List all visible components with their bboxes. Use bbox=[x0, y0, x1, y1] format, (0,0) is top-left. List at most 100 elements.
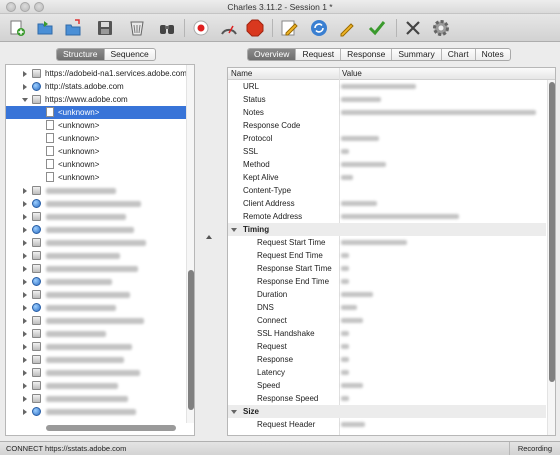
table-row[interactable]: Response End Time bbox=[228, 275, 546, 288]
title-bar: Charles 3.11.2 - Session 1 * bbox=[0, 0, 560, 14]
table-row[interactable]: Remote Address bbox=[228, 210, 546, 223]
lock-icon bbox=[32, 290, 41, 299]
tree-host-row-redacted[interactable] bbox=[6, 249, 186, 262]
splitter-collapse-icon[interactable] bbox=[206, 235, 212, 239]
table-row[interactable]: Protocol bbox=[228, 132, 546, 145]
tree-host-row-redacted[interactable] bbox=[6, 314, 186, 327]
table-row[interactable]: SSL Handshake bbox=[228, 327, 546, 340]
tree-host-row-redacted[interactable] bbox=[6, 275, 186, 288]
table-row[interactable]: Status bbox=[228, 93, 546, 106]
table-row[interactable]: Response bbox=[228, 353, 546, 366]
document-icon bbox=[46, 133, 54, 143]
tab-structure[interactable]: Structure bbox=[57, 49, 105, 60]
new-session-button[interactable] bbox=[6, 18, 28, 38]
row-name: Request bbox=[257, 342, 287, 351]
tab-request[interactable]: Request bbox=[296, 49, 342, 60]
tree-host-row-redacted[interactable] bbox=[6, 353, 186, 366]
table-row[interactable]: Request Header bbox=[228, 418, 546, 431]
table-row[interactable]: Client Address bbox=[228, 197, 546, 210]
column-header-name[interactable]: Name bbox=[231, 69, 252, 78]
structure-tree[interactable]: https://adobeid-na1.services.adobe.com h… bbox=[5, 64, 195, 436]
table-row[interactable]: URL bbox=[228, 80, 546, 93]
validate-icon bbox=[368, 21, 386, 36]
table-row[interactable]: Speed bbox=[228, 379, 546, 392]
throttle-button[interactable] bbox=[218, 18, 240, 38]
row-name: Latency bbox=[257, 368, 286, 377]
tab-overview[interactable]: Overview bbox=[248, 49, 297, 60]
document-icon bbox=[46, 159, 54, 169]
settings-button[interactable] bbox=[430, 18, 452, 38]
import-button[interactable] bbox=[62, 18, 84, 38]
tree-horizontal-scroll-thumb[interactable] bbox=[46, 425, 176, 431]
record-icon bbox=[193, 20, 209, 36]
tree-host-row-redacted[interactable] bbox=[6, 197, 186, 210]
table-row[interactable]: Request bbox=[228, 340, 546, 353]
row-name: DNS bbox=[257, 303, 274, 312]
table-row[interactable]: Connect bbox=[228, 314, 546, 327]
tree-host-row-redacted[interactable] bbox=[6, 236, 186, 249]
overview-table[interactable]: Name Value URL Status Notes Response Cod… bbox=[227, 67, 556, 436]
table-row[interactable]: Response Code bbox=[228, 119, 546, 132]
tree-request-row[interactable]: <unknown> bbox=[6, 132, 186, 145]
table-row[interactable]: Notes bbox=[228, 106, 546, 119]
table-row[interactable]: Response Start Time bbox=[228, 262, 546, 275]
tree-host-row-redacted[interactable] bbox=[6, 392, 186, 405]
repeat-button[interactable] bbox=[308, 18, 330, 38]
open-session-button[interactable] bbox=[34, 18, 56, 38]
compose-button[interactable] bbox=[336, 18, 358, 38]
group-row-size[interactable]: Size bbox=[228, 405, 546, 418]
tree-host-row[interactable]: https://adobeid-na1.services.adobe.com bbox=[6, 67, 187, 80]
tree-host-row-redacted[interactable] bbox=[6, 288, 186, 301]
tree-request-row[interactable]: <unknown> bbox=[6, 106, 186, 119]
tree-request-row[interactable]: <unknown> bbox=[6, 158, 186, 171]
tree-host-row-redacted[interactable] bbox=[6, 405, 186, 418]
overview-scroll-thumb[interactable] bbox=[549, 82, 555, 382]
tree-host-row-redacted[interactable] bbox=[6, 262, 186, 275]
table-row[interactable]: Kept Alive bbox=[228, 171, 546, 184]
tree-request-row[interactable]: <unknown> bbox=[6, 145, 186, 158]
tree-host-row[interactable]: https://www.adobe.com bbox=[6, 93, 186, 106]
clear-session-button[interactable] bbox=[126, 18, 148, 38]
tree-host-row-redacted[interactable] bbox=[6, 301, 186, 314]
tab-response[interactable]: Response bbox=[341, 49, 393, 60]
tab-chart[interactable]: Chart bbox=[442, 49, 476, 60]
table-row[interactable]: Request End Time bbox=[228, 249, 546, 262]
tab-notes[interactable]: Notes bbox=[476, 49, 510, 60]
edit-button[interactable] bbox=[278, 18, 300, 38]
tools-button[interactable] bbox=[402, 18, 424, 38]
table-row[interactable]: SSL bbox=[228, 145, 546, 158]
table-row[interactable]: Content-Type bbox=[228, 184, 546, 197]
tree-request-row[interactable]: <unknown> bbox=[6, 171, 186, 184]
row-name: Response Start Time bbox=[257, 264, 332, 273]
table-row[interactable]: Method bbox=[228, 158, 546, 171]
tab-sequence[interactable]: Sequence bbox=[105, 49, 155, 60]
tree-scroll-thumb[interactable] bbox=[188, 270, 194, 410]
tree-host-row[interactable]: http://stats.adobe.com bbox=[6, 80, 186, 93]
globe-icon bbox=[32, 225, 41, 234]
record-button[interactable] bbox=[190, 18, 212, 38]
group-row-timing[interactable]: Timing bbox=[228, 223, 546, 236]
tree-host-row-redacted[interactable] bbox=[6, 366, 186, 379]
table-row[interactable]: DNS bbox=[228, 301, 546, 314]
host-label: http://stats.adobe.com bbox=[45, 82, 124, 91]
tree-host-row-redacted[interactable] bbox=[6, 379, 186, 392]
table-row[interactable]: Duration bbox=[228, 288, 546, 301]
tree-host-row-redacted[interactable] bbox=[6, 210, 186, 223]
tree-vertical-scrollbar[interactable] bbox=[186, 65, 194, 423]
tree-request-row[interactable]: <unknown> bbox=[6, 119, 186, 132]
breakpoints-button[interactable] bbox=[244, 18, 266, 38]
table-row[interactable]: Response Speed bbox=[228, 392, 546, 405]
table-row[interactable]: Latency bbox=[228, 366, 546, 379]
find-button[interactable] bbox=[156, 18, 178, 38]
tree-host-row-redacted[interactable] bbox=[6, 327, 186, 340]
tree-host-row-redacted[interactable] bbox=[6, 223, 186, 236]
tree-host-row-redacted[interactable] bbox=[6, 340, 186, 353]
column-header-value[interactable]: Value bbox=[342, 69, 362, 78]
overview-vertical-scrollbar[interactable] bbox=[547, 80, 555, 435]
save-button[interactable] bbox=[94, 18, 116, 38]
tree-host-row-redacted[interactable] bbox=[6, 184, 186, 197]
table-row[interactable]: Request Start Time bbox=[228, 236, 546, 249]
validate-button[interactable] bbox=[366, 18, 388, 38]
lock-icon bbox=[32, 394, 41, 403]
tab-summary[interactable]: Summary bbox=[392, 49, 442, 60]
